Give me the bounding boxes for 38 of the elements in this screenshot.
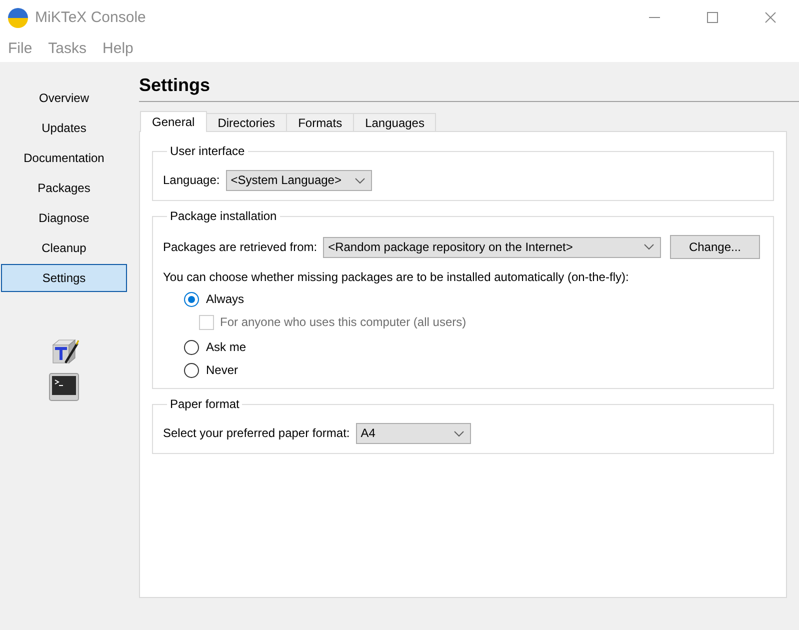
field-label: Language: bbox=[163, 173, 220, 188]
minimize-icon bbox=[648, 17, 660, 18]
group-title: Paper format bbox=[169, 397, 240, 411]
radio-label: Always bbox=[206, 292, 244, 306]
radio-button[interactable] bbox=[184, 362, 199, 378]
window-title: MiKTeX Console bbox=[35, 8, 146, 26]
description-text: You can choose whether missing packages are to be installed automatically (on-the-fly): bbox=[163, 269, 630, 285]
sidebar-item[interactable]: Overview bbox=[1, 84, 127, 112]
change-button[interactable]: Change... bbox=[670, 235, 760, 259]
close-icon bbox=[764, 12, 776, 23]
sidebar-item[interactable]: Documentation bbox=[1, 144, 127, 172]
tab[interactable]: General bbox=[140, 111, 207, 132]
field-label: Select your preferred paper format: bbox=[163, 426, 350, 441]
group-title: Package installation bbox=[169, 209, 278, 223]
chevron-down-icon bbox=[644, 244, 654, 250]
pen-block-icon[interactable] bbox=[49, 337, 79, 365]
radio-button[interactable] bbox=[184, 292, 199, 306]
maximize-icon bbox=[706, 12, 718, 23]
radio-label: Never bbox=[206, 362, 238, 378]
logo-icon bbox=[8, 8, 28, 28]
sidebar-item[interactable]: Settings bbox=[1, 264, 127, 292]
field-label: Packages are retrieved from: bbox=[163, 240, 318, 254]
terminal-icon[interactable] bbox=[49, 373, 79, 401]
chevron-down-icon bbox=[355, 178, 366, 184]
dropdown[interactable]: <Random package repository on the Internet> bbox=[323, 236, 661, 258]
page-title: Settings bbox=[139, 74, 212, 96]
tab[interactable]: Languages bbox=[353, 113, 436, 131]
sidebar-item[interactable]: Updates bbox=[1, 114, 127, 142]
checkbox-label: For anyone who uses this computer (all users) bbox=[220, 314, 466, 330]
group-title: User interface bbox=[169, 144, 246, 158]
radio-label: Ask me bbox=[206, 340, 246, 354]
sidebar-item[interactable]: Packages bbox=[1, 174, 127, 202]
dropdown[interactable]: <System Language> bbox=[226, 170, 372, 191]
chevron-down-icon bbox=[454, 430, 464, 436]
sidebar-item[interactable]: Cleanup bbox=[1, 234, 127, 262]
sidebar-item[interactable]: Diagnose bbox=[1, 204, 127, 232]
dropdown[interactable]: A4 bbox=[356, 423, 471, 444]
radio-button[interactable] bbox=[184, 340, 199, 354]
